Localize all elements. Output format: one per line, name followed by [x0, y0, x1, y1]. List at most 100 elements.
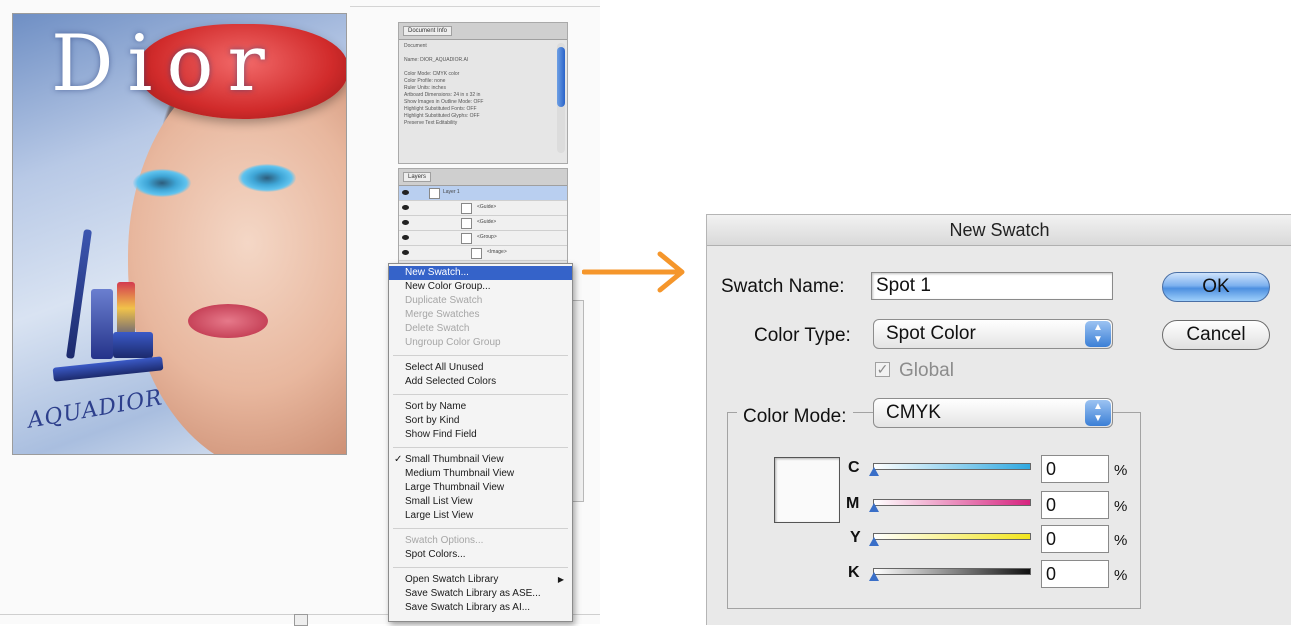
color-type-select[interactable]: Spot Color ▲ ▼ — [873, 319, 1113, 349]
menu-item-show-find-field[interactable]: Show Find Field — [389, 428, 572, 442]
submenu-arrow-icon: ▶ — [557, 575, 564, 584]
visibility-eye-icon[interactable] — [402, 235, 409, 240]
ok-button[interactable]: OK — [1162, 272, 1270, 302]
menu-item-large-thumbnail-view[interactable]: Large Thumbnail View — [389, 481, 572, 495]
product-name: AQUADIOR — [25, 385, 165, 434]
yellow-slider[interactable] — [873, 533, 1031, 540]
menu-item-sort-by-kind[interactable]: Sort by Kind — [389, 414, 572, 428]
magenta-slider-thumb[interactable] — [869, 503, 879, 512]
menu-item-delete-swatch[interactable]: Delete Swatch — [389, 322, 572, 336]
layer-row[interactable]: <Image> — [399, 246, 567, 261]
cyan-percent: % — [1114, 462, 1128, 479]
yellow-slider-thumb[interactable] — [869, 537, 879, 546]
menu-item-duplicate-swatch[interactable]: Duplicate Swatch — [389, 294, 572, 308]
global-checkbox[interactable]: ✓ — [875, 362, 890, 377]
global-label: Global — [899, 360, 954, 381]
black-input[interactable]: 0 — [1041, 560, 1109, 588]
cancel-button[interactable]: Cancel — [1162, 320, 1270, 350]
menu-item-new-color-group[interactable]: New Color Group... — [389, 280, 572, 294]
layer-name: <Group> — [477, 234, 497, 240]
popup-arrows-icon: ▲ ▼ — [1085, 400, 1111, 426]
scroll-handle[interactable] — [294, 614, 308, 626]
black-slider[interactable] — [873, 568, 1031, 575]
magenta-percent: % — [1114, 498, 1128, 515]
window-edge — [350, 6, 600, 7]
artwork-product — [65, 229, 93, 359]
tab-document-info[interactable]: Document Info — [403, 26, 453, 36]
artwork-product — [113, 332, 153, 358]
cyan-slider[interactable] — [873, 463, 1031, 470]
black-slider-thumb[interactable] — [869, 572, 879, 581]
layer-thumbnail — [471, 248, 482, 259]
menu-separator — [393, 567, 568, 568]
layer-row[interactable]: <Guide> — [399, 201, 567, 216]
menu-item-ungroup-color-group[interactable]: Ungroup Color Group — [389, 336, 572, 350]
layer-name: <Image> — [487, 249, 507, 255]
menu-item-spot-colors[interactable]: Spot Colors... — [389, 548, 572, 562]
menu-item-label: Open Swatch Library — [405, 574, 499, 585]
layer-thumbnail — [461, 233, 472, 244]
black-label: K — [848, 564, 860, 581]
layers-panel: Layers Layer 1 <Guide> <Guide> <Group> <… — [398, 168, 568, 270]
layer-thumbnail — [461, 218, 472, 229]
swatch-name-label: Swatch Name: — [721, 276, 845, 297]
yellow-percent: % — [1114, 532, 1128, 549]
layer-row[interactable]: <Group> — [399, 231, 567, 246]
artwork-eye — [133, 169, 191, 197]
cyan-label: C — [848, 459, 860, 476]
menu-item-add-selected-colors[interactable]: Add Selected Colors — [389, 375, 572, 389]
artwork-product — [91, 289, 113, 359]
menu-item-select-all-unused[interactable]: Select All Unused — [389, 361, 572, 375]
menu-item-small-thumbnail-view[interactable]: ✓ Small Thumbnail View — [389, 453, 572, 467]
scrollbar-thumb[interactable] — [557, 47, 565, 107]
menu-item-save-swatch-library-ai[interactable]: Save Swatch Library as AI... — [389, 601, 572, 615]
menu-item-merge-swatches[interactable]: Merge Swatches — [389, 308, 572, 322]
menu-item-large-list-view[interactable]: Large List View — [389, 509, 572, 523]
magenta-label: M — [846, 495, 860, 512]
menu-item-label: Small Thumbnail View — [405, 454, 504, 465]
document-window: Dior AQUADIOR Document Info Document Nam… — [0, 0, 600, 626]
yellow-input[interactable]: 0 — [1041, 525, 1109, 553]
panel-tabbar: Document Info — [399, 23, 567, 40]
artwork-eye — [238, 164, 296, 192]
new-swatch-dialog: New Swatch Swatch Name: Spot 1 OK Cancel… — [706, 214, 1291, 625]
yellow-label: Y — [850, 529, 861, 546]
magenta-input[interactable]: 0 — [1041, 491, 1109, 519]
panel-tabbar: Layers — [399, 169, 567, 186]
visibility-eye-icon[interactable] — [402, 190, 409, 195]
black-percent: % — [1114, 567, 1128, 584]
dialog-title: New Swatch — [707, 215, 1291, 246]
tab-layers[interactable]: Layers — [403, 172, 432, 182]
layer-thumbnail — [429, 188, 440, 199]
menu-item-open-swatch-library[interactable]: Open Swatch Library ▶ — [389, 573, 572, 587]
menu-separator — [393, 355, 568, 356]
magenta-slider[interactable] — [873, 499, 1031, 506]
visibility-eye-icon[interactable] — [402, 205, 409, 210]
swatch-name-field[interactable]: Spot 1 — [871, 272, 1113, 300]
menu-separator — [393, 394, 568, 395]
layer-row[interactable]: <Guide> — [399, 216, 567, 231]
document-info-panel: Document Info Document Name: DIOR_AQUADI… — [398, 22, 568, 164]
color-preview-swatch — [774, 457, 840, 523]
layer-name: Layer 1 — [443, 189, 460, 195]
menu-item-sort-by-name[interactable]: Sort by Name — [389, 400, 572, 414]
layer-row[interactable]: Layer 1 — [399, 186, 567, 201]
artwork-lips — [188, 304, 268, 338]
cyan-slider-thumb[interactable] — [869, 467, 879, 476]
color-mode-select[interactable]: CMYK ▲ ▼ — [873, 398, 1113, 428]
layer-thumbnail — [461, 203, 472, 214]
swatches-panel-menu: New Swatch... New Color Group... Duplica… — [388, 263, 573, 622]
color-mode-value: CMYK — [886, 402, 941, 423]
menu-item-save-swatch-library-ase[interactable]: Save Swatch Library as ASE... — [389, 587, 572, 601]
visibility-eye-icon[interactable] — [402, 220, 409, 225]
panel-scrollbar[interactable] — [557, 43, 565, 153]
menu-item-swatch-options[interactable]: Swatch Options... — [389, 534, 572, 548]
cyan-input[interactable]: 0 — [1041, 455, 1109, 483]
layer-name: <Guide> — [477, 204, 497, 210]
menu-item-new-swatch[interactable]: New Swatch... — [389, 266, 572, 280]
menu-item-small-list-view[interactable]: Small List View — [389, 495, 572, 509]
menu-item-medium-thumbnail-view[interactable]: Medium Thumbnail View — [389, 467, 572, 481]
layer-name: <Guide> — [477, 219, 497, 225]
visibility-eye-icon[interactable] — [402, 250, 409, 255]
color-mode-label: Color Mode: — [737, 406, 853, 428]
